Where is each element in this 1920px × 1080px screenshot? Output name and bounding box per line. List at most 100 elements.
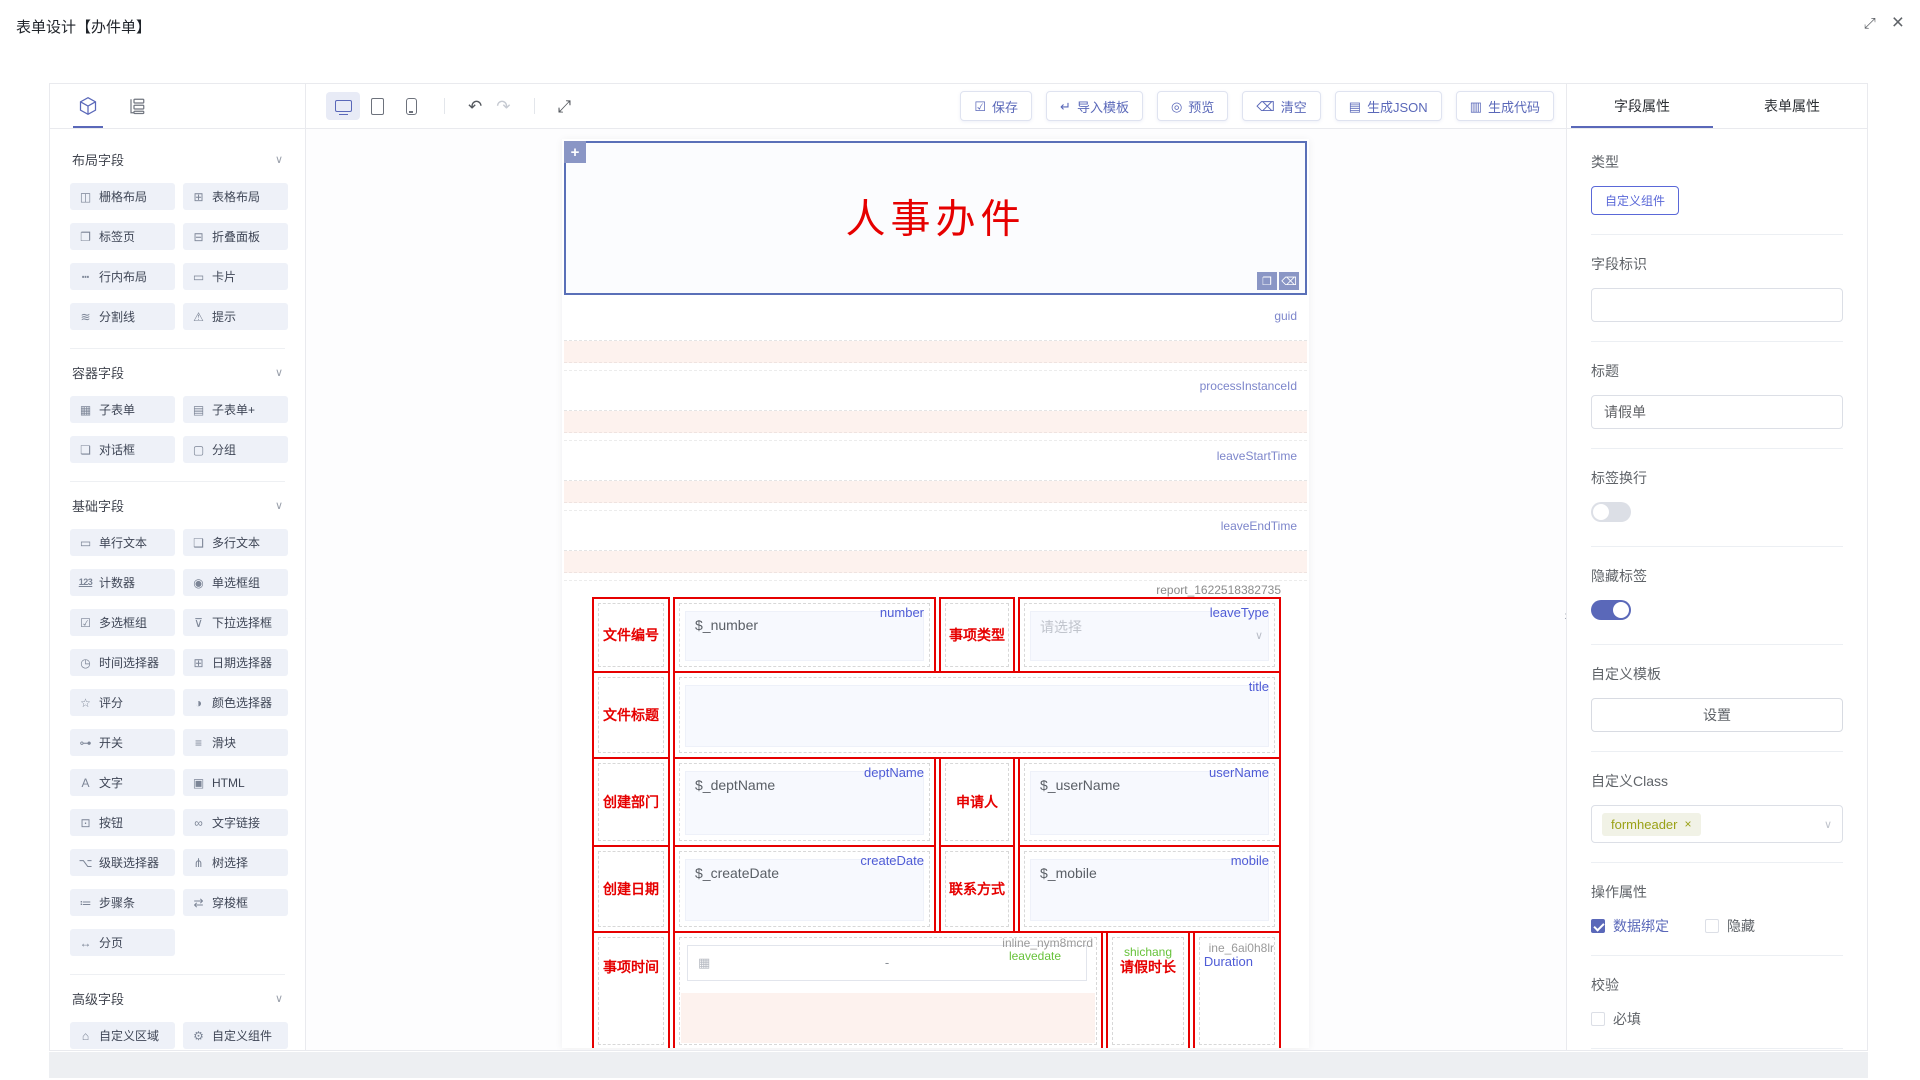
chevron-down-icon[interactable]: ∨ xyxy=(275,366,283,379)
redo-icon[interactable]: ↷ xyxy=(489,98,517,115)
title-input[interactable] xyxy=(685,685,1269,747)
generate-json-button[interactable]: ▤ 生成JSON xyxy=(1335,91,1442,121)
palette-item-input[interactable]: ▭ 单行文本 xyxy=(70,529,175,556)
palette-item-custom-area[interactable]: ⌂ 自定义区域 xyxy=(70,1022,175,1049)
field-leave-date-range[interactable]: ▦ - inline_nym8mcrd leavedate xyxy=(673,931,1103,1048)
device-tablet-button[interactable] xyxy=(360,92,394,120)
label-cell-file-number[interactable]: 文件编号 xyxy=(592,597,670,673)
chevron-down-icon[interactable]: ∨ xyxy=(275,499,283,512)
palette-item-slider[interactable]: ≡ 滑块 xyxy=(183,729,288,756)
hidden-field-row[interactable]: processInstanceId xyxy=(564,371,1307,441)
tab-field-properties[interactable]: 字段属性 xyxy=(1567,84,1717,128)
window-close-icon[interactable]: × xyxy=(1892,12,1904,33)
required-checkbox[interactable] xyxy=(1591,1012,1605,1026)
palette-item-select[interactable]: ⊽ 下拉选择框 xyxy=(183,609,288,636)
field-title[interactable]: title xyxy=(673,671,1281,759)
collapse-left-panel-icon[interactable]: ‹ xyxy=(306,607,307,623)
label-cell-file-title[interactable]: 文件标题 xyxy=(592,671,670,759)
bottom-scroll-strip[interactable] xyxy=(49,1052,1868,1078)
tab-components[interactable] xyxy=(78,84,98,128)
clear-button[interactable]: ⌫ 清空 xyxy=(1242,91,1320,121)
label-cell-leave-duration[interactable]: shichang 请假时长 xyxy=(1106,931,1190,1048)
field-dept-name[interactable]: $_deptName deptName xyxy=(673,757,936,847)
device-desktop-button[interactable] xyxy=(326,92,360,120)
hide-label-toggle[interactable] xyxy=(1591,600,1631,620)
palette-item-cascader[interactable]: ⌥ 级联选择器 xyxy=(70,849,175,876)
palette-item-steps[interactable]: ≔ 步骤条 xyxy=(70,889,175,916)
custom-class-select[interactable]: formheader × ∨ xyxy=(1591,805,1843,843)
palette-item-textarea[interactable]: ❑ 多行文本 xyxy=(183,529,288,556)
move-handle-icon[interactable]: + xyxy=(564,141,586,163)
label-wrap-toggle[interactable] xyxy=(1591,502,1631,522)
palette-item-number[interactable]: 123 计数器 xyxy=(70,569,175,596)
palette-item-pagination[interactable]: ↔ 分页 xyxy=(70,929,175,956)
bind-tag: Duration xyxy=(1204,954,1253,969)
palette-item-subform-plus[interactable]: ▤ 子表单+ xyxy=(183,396,288,423)
form-title-widget[interactable]: + 人事办件 ❐ ⌫ xyxy=(564,141,1307,295)
remove-tag-icon[interactable]: × xyxy=(1684,817,1691,831)
fullscreen-icon[interactable]: ⤢ xyxy=(551,98,579,115)
label-cell-matter-type[interactable]: 事项类型 xyxy=(939,597,1015,673)
palette-item-alert[interactable]: ⚠ 提示 xyxy=(183,303,288,330)
palette-item-button[interactable]: ⊡ 按钮 xyxy=(70,809,175,836)
data-bind-checkbox[interactable] xyxy=(1591,919,1605,933)
chevron-down-icon[interactable]: ∨ xyxy=(275,992,283,1005)
collapse-right-panel-icon[interactable]: › xyxy=(1564,607,1566,623)
palette-item-time-picker[interactable]: ◷ 时间选择器 xyxy=(70,649,175,676)
tab-outline[interactable] xyxy=(128,84,146,128)
palette-item-color-picker[interactable]: ◑ 颜色选择器 xyxy=(183,689,288,716)
device-phone-button[interactable] xyxy=(394,92,428,120)
palette-item-switch[interactable]: ⊶ 开关 xyxy=(70,729,175,756)
palette-item-text[interactable]: A 文字 xyxy=(70,769,175,796)
hidden-field-row[interactable]: guid xyxy=(564,301,1307,371)
radio-group-icon: ◉ xyxy=(191,577,206,589)
palette-item-dialog[interactable]: ❏ 对话框 xyxy=(70,436,175,463)
generate-code-button[interactable]: ▥ 生成代码 xyxy=(1456,91,1554,121)
copy-widget-icon[interactable]: ❐ xyxy=(1257,272,1277,290)
label-cell-applicant[interactable]: 申请人 xyxy=(939,757,1015,847)
field-duration[interactable]: ine_6ai0h8lr Duration xyxy=(1193,931,1281,1048)
field-key-input[interactable] xyxy=(1591,288,1843,322)
label-cell-matter-time[interactable]: 事项时间 xyxy=(592,931,670,1048)
field-user-name[interactable]: $_userName userName xyxy=(1018,757,1281,847)
palette-item-rate[interactable]: ☆ 评分 xyxy=(70,689,175,716)
palette-item-card[interactable]: ▭ 卡片 xyxy=(183,263,288,290)
field-number[interactable]: $_number number xyxy=(673,597,936,673)
palette-item-checkbox-group[interactable]: ☑ 多选框组 xyxy=(70,609,175,636)
generate-json-icon: ▤ xyxy=(1349,100,1361,113)
palette-item-inline-layout[interactable]: ┅ 行内布局 xyxy=(70,263,175,290)
palette-item-date-picker[interactable]: ⊞ 日期选择器 xyxy=(183,649,288,676)
palette-item-html[interactable]: ▣ HTML xyxy=(183,769,288,796)
delete-widget-icon[interactable]: ⌫ xyxy=(1279,272,1299,290)
palette-item-tabs[interactable]: ❐ 标签页 xyxy=(70,223,175,250)
palette-item-divider[interactable]: ≋ 分割线 xyxy=(70,303,175,330)
hidden-field-row[interactable]: leaveEndTime xyxy=(564,511,1307,581)
tab-form-properties[interactable]: 表单属性 xyxy=(1717,84,1867,128)
preview-button[interactable]: ◎ 预览 xyxy=(1157,91,1228,121)
title-input[interactable] xyxy=(1591,395,1843,429)
palette-item-table-layout[interactable]: ⊞ 表格布局 xyxy=(183,183,288,210)
import-template-button[interactable]: ↵ 导入模板 xyxy=(1046,91,1143,121)
field-create-date[interactable]: $_createDate createDate xyxy=(673,845,936,933)
chevron-down-icon[interactable]: ∨ xyxy=(275,153,283,166)
hide-checkbox[interactable] xyxy=(1705,919,1719,933)
palette-item-radio-group[interactable]: ◉ 单选框组 xyxy=(183,569,288,596)
label-cell-create-dept[interactable]: 创建部门 xyxy=(592,757,670,847)
field-mobile[interactable]: $_mobile mobile xyxy=(1018,845,1281,933)
label-cell-contact[interactable]: 联系方式 xyxy=(939,845,1015,933)
palette-item-custom-component[interactable]: ⚙ 自定义组件 xyxy=(183,1022,288,1049)
label-cell-create-date[interactable]: 创建日期 xyxy=(592,845,670,933)
palette-item-subform[interactable]: ▦ 子表单 xyxy=(70,396,175,423)
palette-item-grid-layout[interactable]: ◫ 栅格布局 xyxy=(70,183,175,210)
palette-item-tree-select[interactable]: ⋔ 树选择 xyxy=(183,849,288,876)
hidden-field-row[interactable]: leaveStartTime xyxy=(564,441,1307,511)
palette-item-transfer[interactable]: ⇄ 穿梭框 xyxy=(183,889,288,916)
palette-item-collapse-panel[interactable]: ⊟ 折叠面板 xyxy=(183,223,288,250)
custom-template-settings-button[interactable]: 设置 xyxy=(1591,698,1843,732)
save-button[interactable]: ☑ 保存 xyxy=(960,91,1032,121)
undo-icon[interactable]: ↶ xyxy=(461,98,489,115)
field-leave-type[interactable]: 请选择 leaveType ∨ xyxy=(1018,597,1281,673)
window-expand-icon[interactable]: ⤢ xyxy=(1864,16,1876,31)
palette-item-text-link[interactable]: ∞ 文字链接 xyxy=(183,809,288,836)
palette-item-group[interactable]: ▢ 分组 xyxy=(183,436,288,463)
